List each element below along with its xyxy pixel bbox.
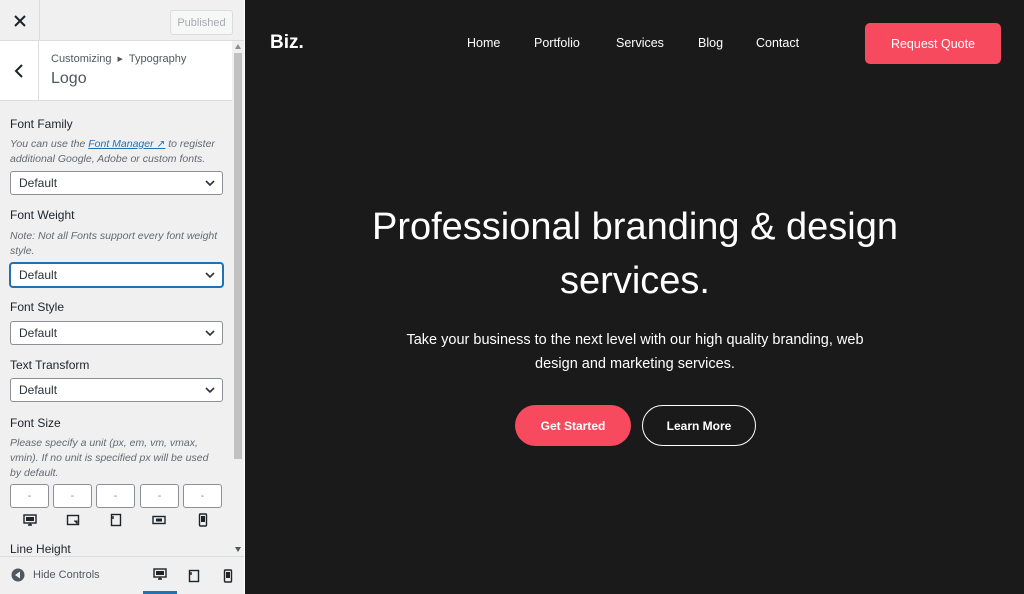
- font-weight-label: Font Weight: [10, 208, 75, 222]
- font-family-select[interactable]: Default: [10, 171, 223, 195]
- font-weight-value: Default: [19, 268, 58, 282]
- section-header: Customizing ▶ Typography Logo: [0, 41, 232, 101]
- preview-mobile-button[interactable]: [211, 557, 245, 594]
- font-family-value: Default: [19, 176, 58, 190]
- font-size-tablet-landscape-input[interactable]: -: [53, 484, 92, 508]
- nav-item-home[interactable]: Home: [467, 36, 500, 50]
- preview-tablet-button[interactable]: [177, 557, 211, 594]
- customizer-header: Published: [0, 0, 244, 41]
- font-weight-select[interactable]: Default: [10, 263, 223, 287]
- scroll-down-icon[interactable]: [235, 547, 241, 552]
- nav-item-services[interactable]: Services: [616, 36, 664, 50]
- text-transform-label: Text Transform: [10, 358, 90, 372]
- font-size-desktop-input[interactable]: -: [10, 484, 49, 508]
- font-size-tablet-input[interactable]: -: [96, 484, 135, 508]
- learn-more-button[interactable]: Learn More: [642, 405, 756, 446]
- font-style-value: Default: [19, 326, 58, 340]
- font-size-description: Please specify a unit (px, em, vm, vmax,…: [10, 437, 209, 479]
- mobile-icon: [196, 513, 210, 527]
- request-quote-button[interactable]: Request Quote: [865, 23, 1001, 64]
- site-logo[interactable]: Biz.: [270, 32, 304, 54]
- hide-controls-label: Hide Controls: [33, 569, 100, 581]
- publish-button[interactable]: Published: [170, 10, 233, 35]
- customizer-sidebar: Published Customizing ▶ Typography Logo …: [0, 0, 244, 594]
- font-family-desc-prefix: You can use the: [10, 138, 89, 150]
- controls-panel: Font Family You can use the Font Manager…: [0, 101, 232, 556]
- nav-item-portfolio[interactable]: Portfolio: [534, 36, 580, 50]
- chevron-down-icon: [205, 330, 215, 337]
- breadcrumb: Customizing ▶ Typography: [51, 53, 186, 65]
- mobile-landscape-icon: [152, 513, 166, 527]
- text-transform-select[interactable]: Default: [10, 378, 223, 402]
- hero-title: Professional branding & design services.: [371, 206, 898, 302]
- collapse-icon: [11, 568, 25, 582]
- nav-item-blog[interactable]: Blog: [698, 36, 723, 50]
- chevron-down-icon: [205, 180, 215, 187]
- font-weight-description: Note: Not all Fonts support every font w…: [10, 230, 218, 257]
- customizer-footer: Hide Controls: [0, 556, 244, 594]
- breadcrumb-root: Customizing: [51, 53, 112, 65]
- get-started-button[interactable]: Get Started: [515, 405, 631, 446]
- close-customizer-button[interactable]: [0, 0, 40, 41]
- tablet-icon: [109, 513, 123, 527]
- font-family-description: You can use the Font Manager ↗ to regist…: [10, 137, 222, 167]
- close-icon: [13, 14, 26, 27]
- chevron-down-icon: [205, 387, 215, 394]
- text-transform-value: Default: [19, 383, 58, 397]
- nav-item-contact[interactable]: Contact: [756, 36, 799, 50]
- breadcrumb-separator-icon: ▶: [117, 56, 123, 63]
- font-size-mobile-landscape-input[interactable]: -: [140, 484, 179, 508]
- breadcrumb-parent: Typography: [128, 53, 187, 65]
- mobile-icon: [223, 568, 233, 583]
- line-height-label: Line Height: [10, 542, 71, 556]
- hero-subtitle: Take your business to the next level wit…: [406, 332, 864, 372]
- scroll-thumb[interactable]: [234, 53, 242, 459]
- desktop-icon: [23, 513, 37, 527]
- back-button[interactable]: [0, 41, 39, 100]
- scroll-up-icon[interactable]: [235, 44, 241, 49]
- font-style-label: Font Style: [10, 300, 65, 314]
- site-preview: Biz. Home Portfolio Services Blog Contac…: [245, 0, 1024, 594]
- font-manager-link[interactable]: Font Manager ↗: [88, 138, 165, 150]
- sidebar-scrollbar[interactable]: [232, 41, 244, 556]
- preview-desktop-button[interactable]: [143, 557, 177, 594]
- chevron-left-icon: [14, 63, 23, 78]
- font-size-label: Font Size: [10, 416, 61, 430]
- section-title: Logo: [51, 70, 87, 87]
- font-family-label: Font Family: [10, 117, 73, 131]
- tablet-icon: [188, 569, 200, 582]
- desktop-icon: [153, 568, 167, 580]
- chevron-down-icon: [205, 272, 215, 279]
- hide-controls-button[interactable]: Hide Controls: [11, 568, 100, 582]
- font-size-mobile-input[interactable]: -: [183, 484, 222, 508]
- tablet-landscape-icon: [66, 513, 80, 527]
- font-style-select[interactable]: Default: [10, 321, 223, 345]
